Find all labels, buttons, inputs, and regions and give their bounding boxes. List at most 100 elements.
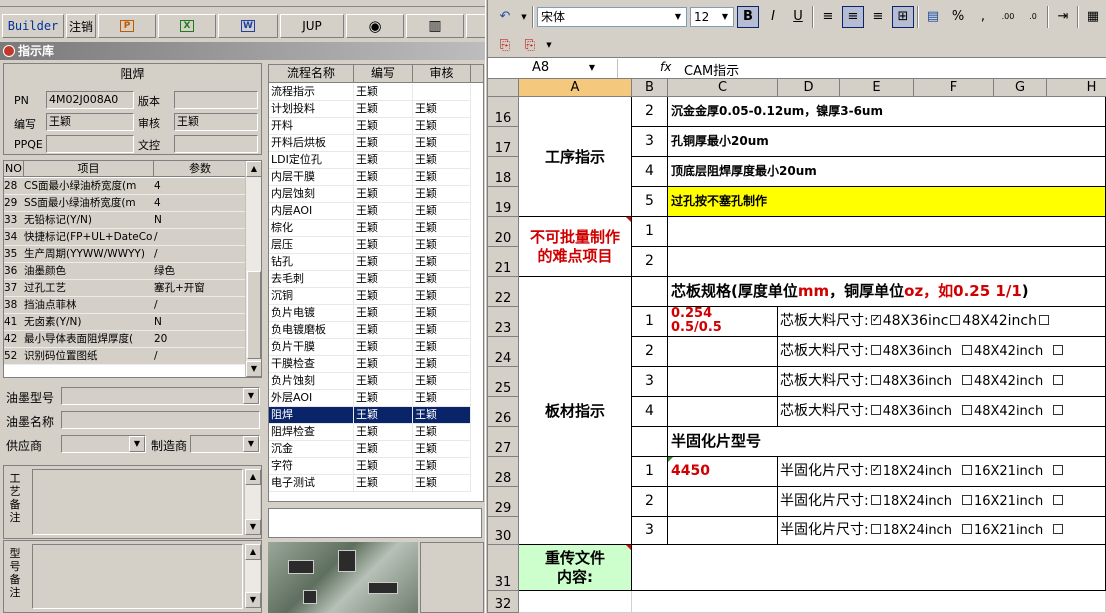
prepreg-size-row-2[interactable]: 半固化片尺寸: 18X24inch 16X21inch <box>778 487 1106 517</box>
instr-cell-5[interactable]: 过孔按不塞孔制作 <box>668 187 1106 217</box>
checkbox[interactable] <box>961 345 972 355</box>
parameter-row[interactable]: 36 油墨颜色 绿色 <box>4 263 246 280</box>
pdf-create-button[interactable]: ⎘ <box>494 34 516 56</box>
parameter-row[interactable]: 33 无铅标记(Y/N) N <box>4 212 246 229</box>
pdf-toolbar-options[interactable]: ▼ <box>544 34 554 56</box>
process-row[interactable]: 开料 王颖 王颖 <box>269 118 483 135</box>
checkbox[interactable] <box>1053 465 1064 475</box>
process-note-field[interactable] <box>268 508 482 538</box>
board-num-1[interactable]: 1 <box>632 307 668 337</box>
prepreg-title[interactable]: 半固化片型号 <box>668 427 1106 457</box>
resend-file-cell[interactable]: 重传文件 内容: <box>519 545 632 591</box>
row-header[interactable]: 23 <box>488 307 519 337</box>
checkbox[interactable] <box>961 495 972 505</box>
checkbox[interactable] <box>870 375 881 385</box>
process-row[interactable]: 负电镀磨板 王颖 王颖 <box>269 322 483 339</box>
column-header-f[interactable]: F <box>914 79 994 97</box>
process-remark-scrollbar[interactable]: ▲ ▼ <box>244 469 261 535</box>
process-row[interactable]: 流程指示 王颖 <box>269 84 483 101</box>
process-row[interactable]: 沉金 王颖 王颖 <box>269 441 483 458</box>
parameter-row[interactable]: 37 过孔工艺 塞孔+开窗 <box>4 280 246 297</box>
powerpoint-export-button[interactable]: P <box>98 14 156 38</box>
column-header-b[interactable]: B <box>632 79 668 97</box>
error-indicator[interactable] <box>668 457 673 462</box>
process-row[interactable]: 字符 王颖 王颖 <box>269 458 483 475</box>
comment-indicator[interactable] <box>626 545 631 550</box>
core-spec-blank[interactable] <box>632 277 668 307</box>
core-value-cell[interactable]: 0.254 0.5/0.5 <box>668 307 778 337</box>
scroll-up-button[interactable]: ▲ <box>246 161 261 177</box>
checkbox[interactable] <box>950 315 961 325</box>
checkbox[interactable] <box>1038 315 1049 325</box>
select-all-corner[interactable] <box>488 79 519 97</box>
row-header[interactable]: 21 <box>488 247 519 277</box>
empty-cell[interactable] <box>519 591 632 613</box>
ink-type-select[interactable]: ▼ <box>61 387 260 405</box>
col-reviewer-header[interactable]: 审核 <box>413 65 471 82</box>
preview-button[interactable]: ◉ <box>346 14 404 38</box>
scroll-down-button[interactable]: ▼ <box>246 361 261 377</box>
column-header-c[interactable]: C <box>668 79 778 97</box>
chevron-down-icon[interactable]: ▼ <box>589 59 595 77</box>
core-value-cell-2[interactable] <box>668 337 778 367</box>
scroll-up-button[interactable]: ▲ <box>245 469 261 485</box>
col-value-header[interactable]: 参数 <box>154 161 246 176</box>
instr-cell-2[interactable]: 沉金金厚0.05-0.12um，镍厚3-6um <box>668 97 1106 127</box>
core-size-row-1[interactable]: 芯板大料尺寸: ✓ 48X36inc 48X42inch <box>778 307 1106 337</box>
checkbox[interactable] <box>1053 375 1064 385</box>
scroll-down-button[interactable]: ▼ <box>245 592 261 608</box>
parameter-row[interactable]: 35 生产周期(YYWW/WWYY) / <box>4 246 246 263</box>
checkbox[interactable] <box>961 524 972 534</box>
version-field[interactable] <box>174 91 258 109</box>
row-header[interactable]: 24 <box>488 337 519 367</box>
col-item-header[interactable]: 项目 <box>24 161 154 176</box>
checkbox-checked[interactable]: ✓ <box>870 465 881 475</box>
row-header[interactable]: 30 <box>488 517 519 545</box>
builder-button[interactable]: Builder <box>2 14 64 38</box>
pdf-mail-button[interactable]: ⎘ <box>519 34 541 56</box>
parameter-row[interactable]: 38 挡油点菲林 / <box>4 297 246 314</box>
process-row[interactable]: 阻焊 王颖 王颖 <box>269 407 483 424</box>
database-button[interactable]: ▥ <box>406 14 464 38</box>
checkbox[interactable] <box>961 405 972 415</box>
checkbox[interactable] <box>1053 405 1064 415</box>
model-remark-scrollbar[interactable]: ▲ ▼ <box>244 544 261 608</box>
maker-select[interactable]: ▼ <box>190 435 260 453</box>
checkbox[interactable] <box>1053 495 1064 505</box>
core-spec-title[interactable]: 芯板规格(厚度单位mm，铜厚单位oz，如0.25 1/1) <box>668 277 1106 307</box>
row-header[interactable]: 28 <box>488 457 519 487</box>
process-instruction-cell[interactable]: 工序指示 <box>519 97 632 217</box>
prepreg-value-cell[interactable]: 4450 <box>668 457 778 487</box>
board-num-3[interactable]: 3 <box>632 367 668 397</box>
undo-button[interactable]: ↶ <box>494 6 516 28</box>
font-name-select[interactable]: 宋体 ▼ <box>537 6 687 27</box>
indent-button[interactable]: ⇥ <box>1052 6 1074 28</box>
row-header[interactable]: 20 <box>488 217 519 247</box>
process-row[interactable]: 去毛刺 王颖 王颖 <box>269 271 483 288</box>
parameter-row[interactable]: 34 快捷标记(FP+UL+DateCo / <box>4 229 246 246</box>
checkbox[interactable] <box>1053 345 1064 355</box>
row-header[interactable]: 17 <box>488 127 519 157</box>
parameter-row[interactable]: 52 识别码位置图纸 / <box>4 348 246 365</box>
core-size-row-2[interactable]: 芯板大料尺寸: 48X36inch 48X42inch <box>778 337 1106 367</box>
process-row[interactable]: 层压 王颖 王颖 <box>269 237 483 254</box>
process-row[interactable]: 负片干膜 王颖 王颖 <box>269 339 483 356</box>
currency-button[interactable]: ▤ <box>922 6 944 28</box>
checkbox[interactable] <box>870 345 881 355</box>
process-row[interactable]: 棕化 王颖 王颖 <box>269 220 483 237</box>
hard-cell-2[interactable] <box>668 247 1106 277</box>
checkbox[interactable] <box>961 375 972 385</box>
row-header[interactable]: 32 <box>488 591 519 613</box>
model-remark-input[interactable] <box>32 544 243 609</box>
prepreg-value-cell-2[interactable] <box>668 487 778 517</box>
core-value-cell-3[interactable] <box>668 367 778 397</box>
process-row[interactable]: 沉铜 王颖 王颖 <box>269 288 483 305</box>
parameter-row[interactable]: 41 无卤素(Y/N) N <box>4 314 246 331</box>
process-row[interactable]: 内层蚀刻 王颖 王颖 <box>269 186 483 203</box>
row-header[interactable]: 19 <box>488 187 519 217</box>
parameter-row[interactable]: 28 CS面最小绿油桥宽度(m 4 <box>4 178 246 195</box>
ink-name-field[interactable] <box>61 411 260 429</box>
doc-control-field[interactable] <box>174 135 258 153</box>
prepreg-blank[interactable] <box>632 427 668 457</box>
ppqe-field[interactable] <box>46 135 134 153</box>
